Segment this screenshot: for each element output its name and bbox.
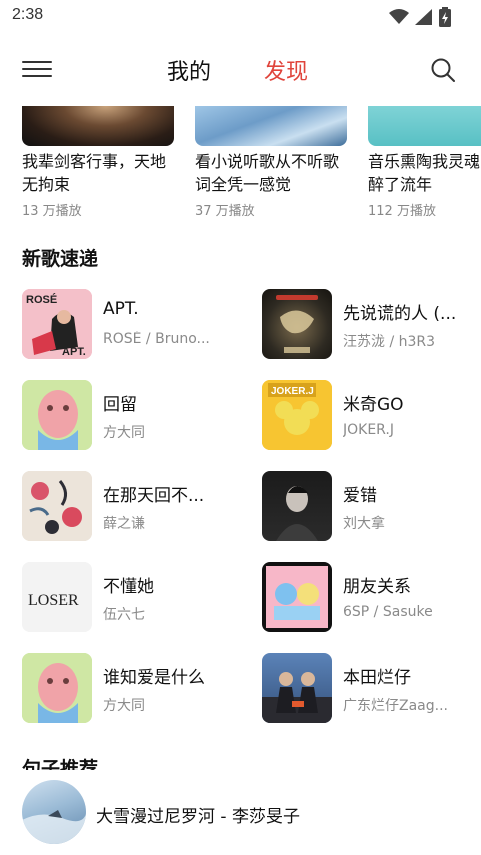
cover-art: ROSÉ APT.: [22, 289, 92, 359]
song-title: APT.: [103, 299, 139, 319]
song-item[interactable]: 谁知爱是什么 方大同: [22, 653, 242, 725]
cover-art: JOKER.J: [262, 380, 332, 450]
wifi-icon: [389, 9, 409, 24]
cover-art: [22, 810, 86, 844]
playlist-title: 音乐熏陶我灵魂醉了流年: [368, 152, 481, 194]
cover-art: [276, 295, 318, 353]
tab-mine[interactable]: 我的: [167, 54, 211, 86]
playlist-card[interactable]: 我辈剑客行事，天地无拘束 13 万播放: [22, 106, 174, 219]
song-cover: [262, 471, 332, 541]
song-cover: [262, 289, 332, 359]
playlist-cover: [195, 106, 347, 146]
status-icons: [389, 7, 451, 27]
song-title: 不懂她: [103, 577, 154, 597]
song-item[interactable]: JOKER.J 米奇GO JOKER.J: [262, 380, 481, 452]
playlist-plays: 13 万播放: [22, 204, 82, 219]
cover-text: LOSER: [28, 592, 79, 609]
cover-art: [262, 672, 332, 723]
song-title: 本田烂仔: [343, 668, 411, 688]
now-playing-title: 大雪漫过尼罗河 - 李莎旻子: [96, 807, 300, 827]
song-cover: [262, 562, 332, 632]
playlist-plays: 37 万播放: [195, 204, 255, 219]
song-item[interactable]: 在那天回不... 薛之谦: [22, 471, 242, 543]
cover-text: APT.: [62, 346, 86, 358]
song-artist: 6SP / Sasuke: [343, 604, 433, 620]
song-cover: [22, 653, 92, 723]
playlist-card[interactable]: 音乐熏陶我灵魂醉了流年 112 万播放: [368, 106, 481, 219]
song-item[interactable]: ROSÉ APT. APT. ROSÉ / Bruno...: [22, 289, 242, 361]
song-item[interactable]: 先说谎的人 (... 汪苏泷 / h3R3: [262, 289, 481, 361]
song-artist: 方大同: [103, 425, 145, 441]
cover-text: ROSÉ: [26, 293, 57, 306]
song-artist: 伍六七: [103, 607, 145, 623]
song-artist: 方大同: [103, 698, 145, 714]
section-title-new-songs: 新歌速递: [22, 248, 99, 270]
playlist-plays: 112 万播放: [368, 204, 436, 219]
playlist-row: 我辈剑客行事，天地无拘束 13 万播放 看小说听歌从不听歌词全凭一感觉 37 万…: [0, 106, 481, 222]
playlist-title: 看小说听歌从不听歌词全凭一感觉: [195, 152, 340, 194]
song-cover: [22, 471, 92, 541]
top-nav: 我的 发现: [0, 48, 481, 94]
song-title: 回留: [103, 395, 137, 415]
cover-art: [266, 566, 328, 628]
cover-art: [22, 653, 92, 723]
song-cover: [262, 653, 332, 723]
cover-art: [276, 486, 318, 541]
tab-discover[interactable]: 发现: [264, 54, 308, 86]
song-title: 谁知爱是什么: [103, 668, 205, 688]
cover-text: JOKER.J: [271, 386, 314, 397]
song-item[interactable]: 回留 方大同: [22, 380, 242, 452]
song-item[interactable]: 朋友关系 6SP / Sasuke: [262, 562, 481, 634]
battery-icon: [439, 7, 451, 27]
song-item[interactable]: 爱错 刘大拿: [262, 471, 481, 543]
song-artist: 刘大拿: [343, 516, 385, 532]
song-item[interactable]: 本田烂仔 广东烂仔Zaag...: [262, 653, 481, 725]
menu-icon[interactable]: [22, 56, 52, 82]
mini-player[interactable]: 大雪漫过尼罗河 - 李莎旻子: [0, 770, 481, 855]
cover-art: LOSER: [22, 562, 92, 632]
song-artist: JOKER.J: [343, 422, 394, 438]
song-artist: 汪苏泷 / h3R3: [343, 334, 436, 350]
now-playing-cover[interactable]: [22, 780, 86, 844]
song-cover: ROSÉ APT.: [22, 289, 92, 359]
cover-art: [22, 471, 92, 541]
song-item[interactable]: LOSER 不懂她 伍六七: [22, 562, 242, 634]
status-bar: 2:38: [0, 0, 481, 34]
song-title: 在那天回不...: [103, 486, 205, 506]
song-artist: 薛之谦: [103, 516, 145, 532]
song-title: 先说谎的人 (...: [343, 304, 457, 324]
playlist-title: 我辈剑客行事，天地无拘束: [22, 152, 167, 194]
song-title: 爱错: [343, 486, 377, 506]
cover-art: [22, 380, 92, 450]
song-cover: LOSER: [22, 562, 92, 632]
song-title: 朋友关系: [343, 577, 411, 597]
status-time: 2:38: [12, 6, 44, 23]
playlist-cover: [368, 106, 481, 146]
playlist-card[interactable]: 看小说听歌从不听歌词全凭一感觉 37 万播放: [195, 106, 347, 219]
song-cover: JOKER.J: [262, 380, 332, 450]
song-title: 米奇GO: [343, 395, 404, 415]
song-artist: 广东烂仔Zaag...: [343, 698, 448, 714]
signal-icon: [415, 9, 432, 25]
playlist-cover: [22, 106, 174, 146]
song-cover: [22, 380, 92, 450]
song-artist: ROSÉ / Bruno...: [103, 331, 210, 347]
search-icon[interactable]: [428, 55, 458, 85]
